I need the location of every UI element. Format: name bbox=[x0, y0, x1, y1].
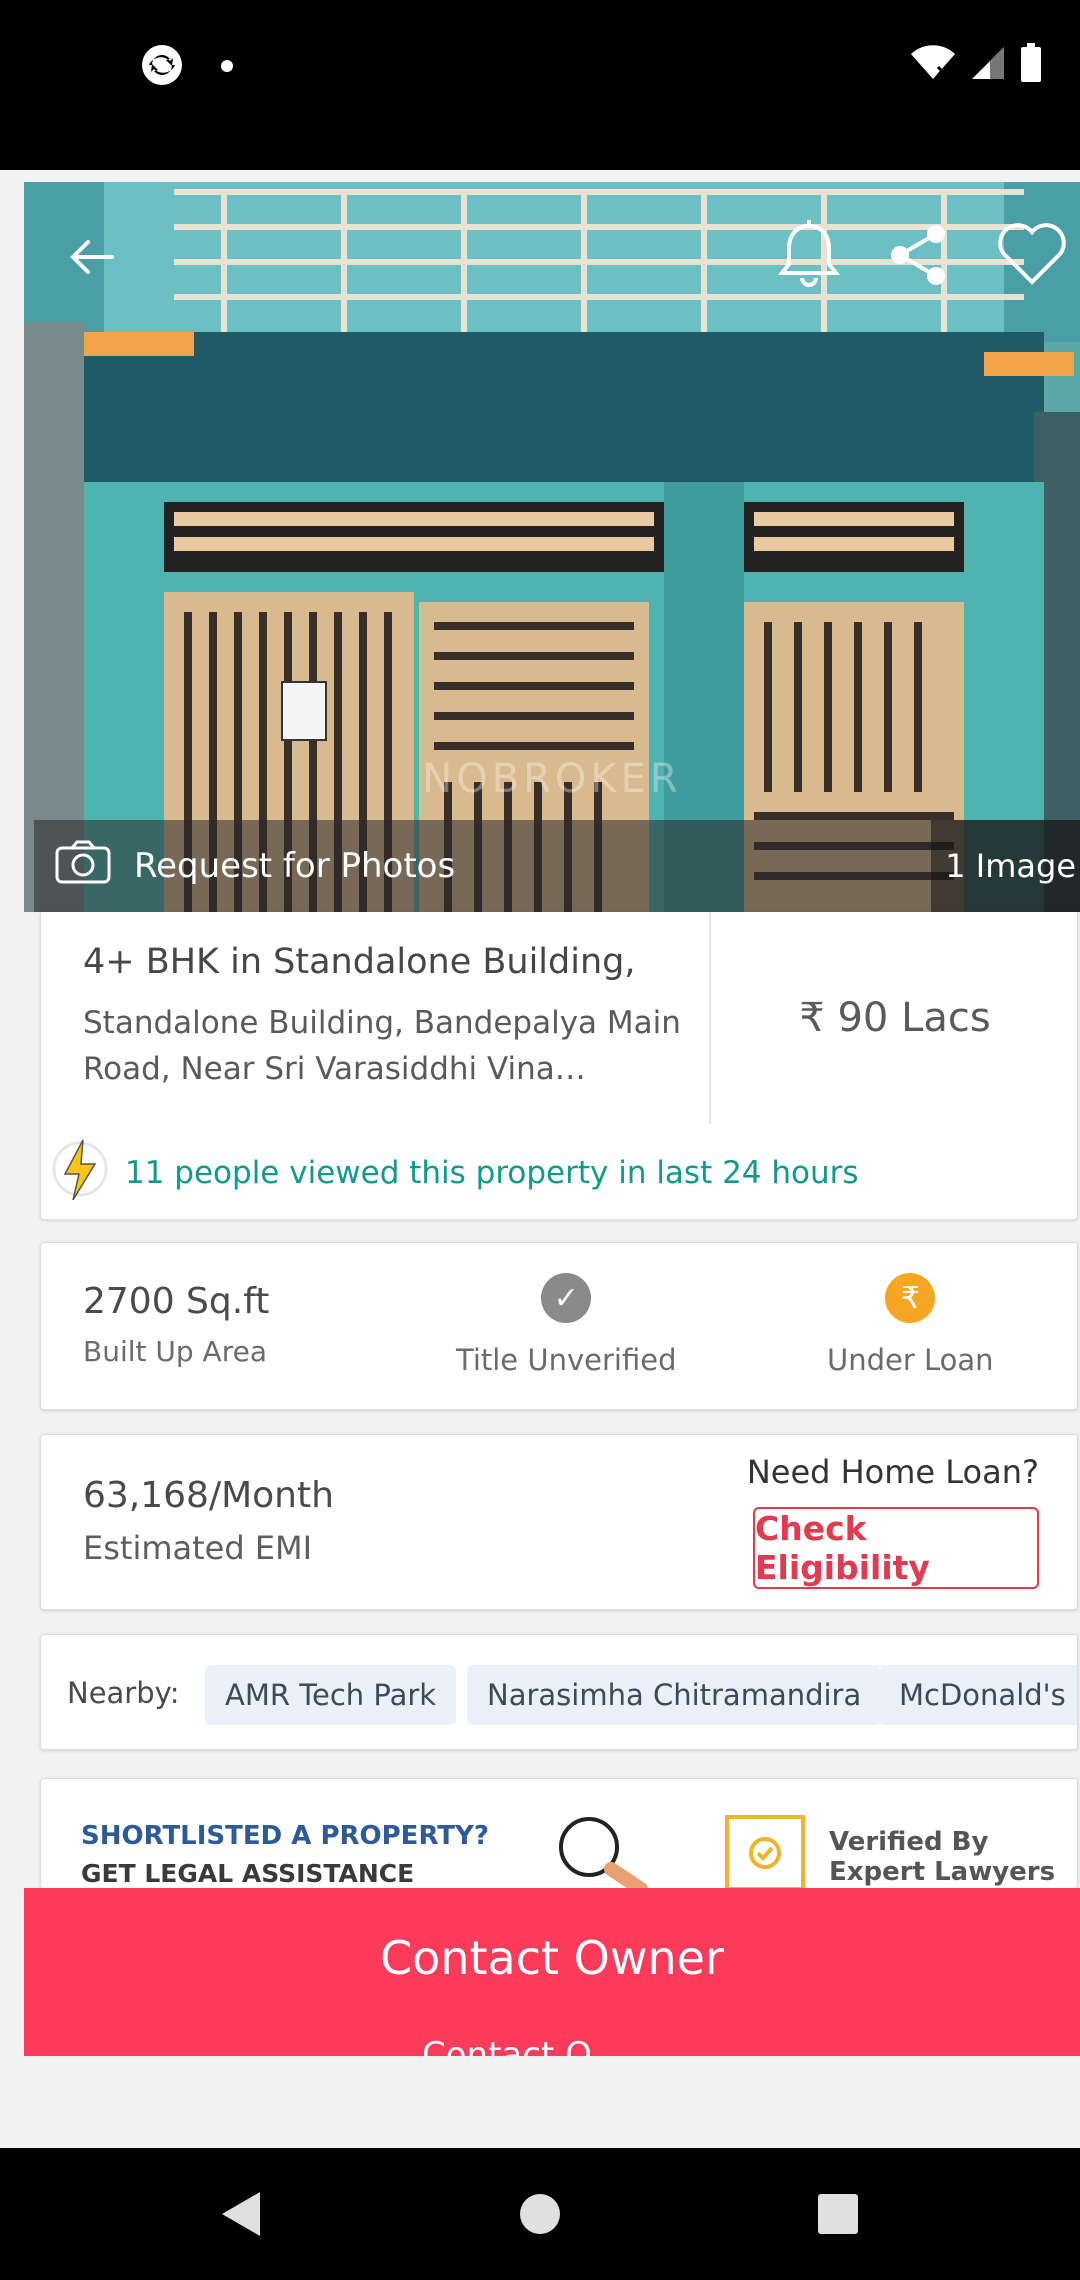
image-count: 1 Image bbox=[931, 820, 1080, 912]
peek-label: Contact O bbox=[422, 2038, 592, 2056]
lightning-icon bbox=[51, 1138, 109, 1208]
loan-status-label: Under Loan bbox=[827, 1343, 994, 1377]
contact-peek-text: Contact O bbox=[422, 2038, 662, 2056]
listing-summary-card: 4+ BHK in Standalone Building, Standalon… bbox=[40, 912, 1078, 1220]
nearby-label: Nearby: bbox=[67, 1676, 180, 1710]
wifi-icon bbox=[910, 45, 956, 85]
recents-nav-icon[interactable] bbox=[778, 2148, 898, 2280]
contact-owner-label: Contact Owner bbox=[380, 1931, 724, 1985]
rupee-icon: ₹ bbox=[885, 1273, 936, 1323]
property-details-card: 2700 Sq.ft Built Up Area ✓ Title Unverif… bbox=[40, 1242, 1078, 1410]
nearby-chip[interactable]: AMR Tech Park bbox=[205, 1665, 457, 1725]
notification-dot-icon bbox=[220, 58, 234, 77]
legal-line-1: SHORTLISTED A PROPERTY? bbox=[81, 1821, 489, 1851]
listing-title: 4+ BHK in Standalone Building, bbox=[83, 942, 636, 982]
legal-assistance-banner[interactable]: SHORTLISTED A PROPERTY? GET LEGAL ASSIST… bbox=[40, 1778, 1078, 1888]
photo-bar: Request for Photos 1 Image bbox=[34, 820, 1080, 912]
home-loan-question: Need Home Loan? bbox=[746, 1453, 1039, 1491]
back-arrow-icon[interactable] bbox=[66, 232, 116, 286]
emi-amount: 63,168/Month bbox=[83, 1475, 334, 1516]
share-icon[interactable] bbox=[888, 222, 950, 292]
views-text: 11 people viewed this property in last 2… bbox=[125, 1155, 859, 1191]
property-photo[interactable]: NOBROKER bbox=[24, 182, 1080, 912]
sync-icon bbox=[140, 43, 184, 91]
camera-icon bbox=[54, 839, 112, 894]
request-photos-button[interactable]: Request for Photos bbox=[54, 820, 455, 912]
signal-icon bbox=[970, 45, 1006, 85]
watermark: NOBROKER bbox=[422, 756, 681, 802]
bell-icon[interactable] bbox=[776, 220, 842, 296]
verified-by-lawyers: Verified By Expert Lawyers bbox=[829, 1827, 1055, 1887]
views-banner: 11 people viewed this property in last 2… bbox=[51, 1138, 859, 1208]
emi-card: 63,168/Month Estimated EMI Need Home Loa… bbox=[40, 1434, 1078, 1610]
nearby-card: Nearby: AMR Tech Park Narasimha Chitrama… bbox=[40, 1634, 1078, 1750]
battery-icon bbox=[1020, 43, 1042, 87]
emi-label: Estimated EMI bbox=[83, 1529, 313, 1567]
magnifier-icon bbox=[555, 1813, 655, 1888]
built-up-area-value: 2700 Sq.ft bbox=[83, 1281, 270, 1322]
verified-line-1: Verified By bbox=[829, 1827, 989, 1857]
check-eligibility-button[interactable]: Check Eligibility bbox=[753, 1507, 1039, 1589]
listing-price: ₹ 90 Lacs bbox=[799, 995, 991, 1041]
certificate-icon bbox=[723, 1813, 807, 1888]
contact-owner-button[interactable]: Contact Owner Contact O bbox=[24, 1888, 1080, 2056]
loan-status: ₹ Under Loan bbox=[827, 1273, 994, 1377]
title-status-label: Title Unverified bbox=[456, 1343, 677, 1377]
back-nav-icon[interactable] bbox=[180, 2148, 300, 2280]
title-status: ✓ Title Unverified bbox=[456, 1273, 676, 1377]
built-up-area-label: Built Up Area bbox=[83, 1335, 267, 1368]
navigation-bar bbox=[0, 2148, 1080, 2280]
request-photos-label: Request for Photos bbox=[134, 846, 456, 886]
listing-address: Standalone Building, Bandepalya Main Roa… bbox=[83, 1005, 681, 1087]
check-icon: ✓ bbox=[541, 1273, 592, 1323]
verified-line-2: Expert Lawyers bbox=[829, 1857, 1056, 1887]
nearby-chip[interactable]: Narasimha Chitramandira bbox=[467, 1665, 882, 1725]
legal-line-2: GET LEGAL ASSISTANCE bbox=[81, 1859, 415, 1888]
home-nav-icon[interactable] bbox=[480, 2148, 600, 2280]
status-bar bbox=[0, 0, 1080, 170]
heart-icon[interactable] bbox=[996, 218, 1068, 292]
nearby-chip[interactable]: McDonald's bbox=[879, 1665, 1077, 1725]
